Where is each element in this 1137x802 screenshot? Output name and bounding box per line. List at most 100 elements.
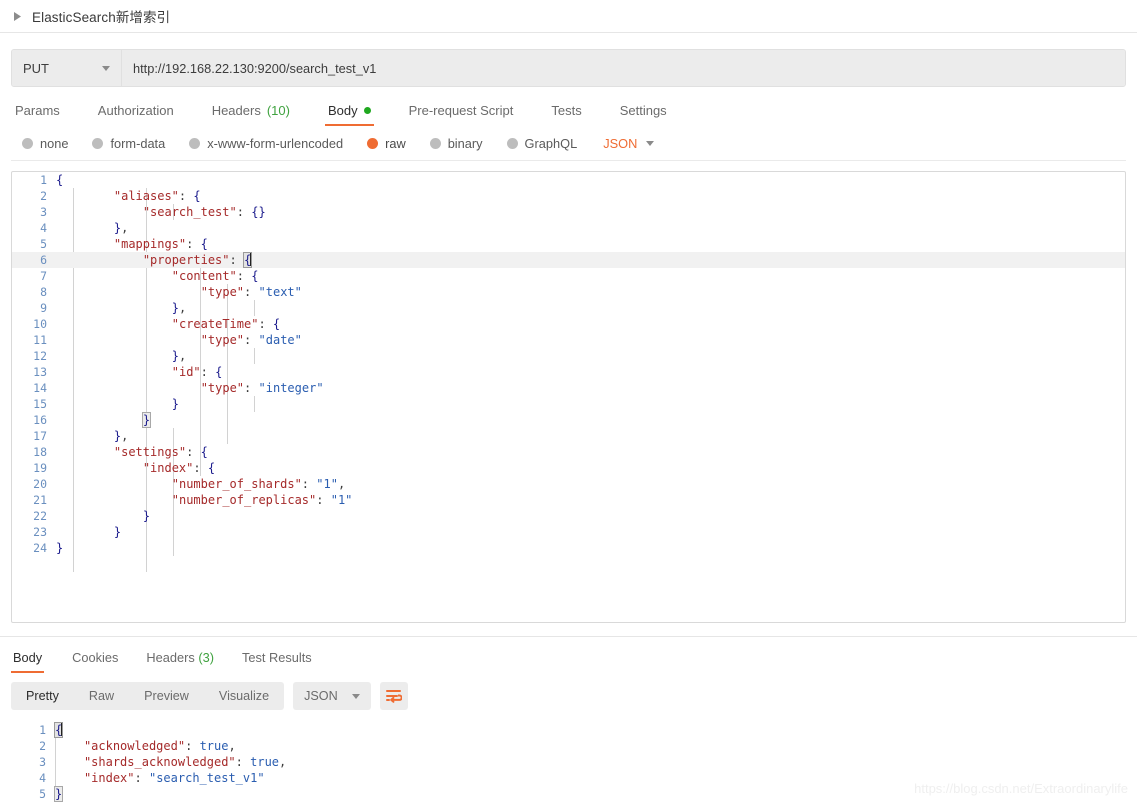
tab-settings[interactable]: Settings bbox=[601, 103, 686, 126]
line-number: 4 bbox=[39, 771, 46, 785]
tab-label: Settings bbox=[619, 103, 667, 118]
view-mode-raw[interactable]: Raw bbox=[74, 682, 129, 710]
code-line: 18 "settings": { bbox=[12, 444, 1125, 460]
line-number: 4 bbox=[40, 221, 47, 235]
line-number: 2 bbox=[40, 189, 47, 203]
response-format-value: JSON bbox=[304, 689, 338, 703]
code-line: 2 "aliases": { bbox=[12, 188, 1125, 204]
body-type-binary[interactable]: binary bbox=[429, 136, 483, 151]
view-mode-pretty[interactable]: Pretty bbox=[11, 682, 74, 710]
line-text: "number_of_shards": "1", bbox=[171, 477, 346, 491]
code-line: 2 "acknowledged": true, bbox=[11, 738, 1137, 754]
line-text: "aliases": { bbox=[113, 189, 201, 203]
line-text: "content": { bbox=[171, 269, 259, 283]
request-url-input[interactable]: http://192.168.22.130:9200/search_test_v… bbox=[122, 50, 1125, 86]
body-type-none[interactable]: none bbox=[22, 136, 68, 151]
code-line: 12 }, bbox=[12, 348, 1125, 364]
line-text: "createTime": { bbox=[171, 317, 281, 331]
line-number: 19 bbox=[33, 461, 47, 475]
radio-label: form-data bbox=[110, 135, 166, 151]
tab-label: Test Results bbox=[241, 650, 312, 665]
tab-pre-request-script[interactable]: Pre-request Script bbox=[390, 103, 533, 126]
radio-icon bbox=[22, 137, 33, 149]
radio-label: raw bbox=[385, 135, 406, 151]
line-number: 8 bbox=[40, 285, 47, 299]
radio-icon bbox=[189, 137, 201, 149]
http-method-value: PUT bbox=[23, 60, 49, 76]
line-text: }, bbox=[113, 429, 129, 443]
line-number: 17 bbox=[33, 429, 47, 443]
request-body-code: 1{2 "aliases": {3 "search_test": {} 4 }, 5… bbox=[12, 172, 1125, 556]
request-url-value: http://192.168.22.130:9200/search_test_v… bbox=[133, 60, 377, 76]
tab-label: Body bbox=[13, 650, 43, 665]
view-mode-visualize[interactable]: Visualize bbox=[204, 682, 284, 710]
line-text: { bbox=[56, 173, 64, 187]
tab-label: Headers bbox=[146, 650, 195, 665]
line-number: 13 bbox=[33, 365, 47, 379]
raw-format-select[interactable]: JSON bbox=[603, 136, 655, 151]
response-tab-cookies[interactable]: Cookies bbox=[58, 650, 132, 673]
line-text: "acknowledged": true, bbox=[83, 739, 236, 753]
line-text: "index": { bbox=[142, 461, 216, 475]
response-divider bbox=[0, 636, 1137, 637]
tab-label: Pre-request Script bbox=[408, 103, 514, 118]
line-text: { bbox=[53, 722, 64, 738]
code-line: 21 "number_of_replicas": "1" bbox=[12, 492, 1125, 508]
tab-count: (10) bbox=[266, 103, 290, 118]
code-line: 17 }, bbox=[12, 428, 1125, 444]
line-number: 14 bbox=[33, 381, 47, 395]
code-line: 3 "shards_acknowledged": true, bbox=[11, 754, 1137, 770]
tab-authorization[interactable]: Authorization bbox=[79, 103, 193, 126]
tab-label: Tests bbox=[551, 103, 582, 118]
body-type-x-www-form-urlencoded[interactable]: x-www-form-urlencoded bbox=[189, 136, 343, 151]
response-tab-body[interactable]: Body bbox=[11, 650, 58, 673]
line-number: 24 bbox=[33, 541, 47, 555]
code-line: 16 } bbox=[12, 412, 1125, 428]
response-format-select[interactable]: JSON bbox=[293, 682, 371, 710]
body-type-graphql[interactable]: GraphQL bbox=[506, 135, 578, 151]
tab-tests[interactable]: Tests bbox=[532, 103, 600, 126]
request-body-editor[interactable]: 1{2 "aliases": {3 "search_test": {} 4 }, 5… bbox=[11, 171, 1126, 623]
line-text: "type": "text" bbox=[200, 285, 302, 299]
code-line: 1{ bbox=[12, 172, 1125, 188]
code-line: 7 "content": { bbox=[12, 268, 1125, 284]
view-mode-label: Raw bbox=[88, 689, 115, 703]
line-text: }, bbox=[113, 221, 129, 235]
line-number: 11 bbox=[33, 333, 47, 347]
response-tab-test-results[interactable]: Test Results bbox=[228, 650, 326, 673]
response-tabs: Body Cookies Headers (3) Test Results bbox=[0, 643, 1137, 673]
line-text: } bbox=[113, 525, 122, 539]
line-text: } bbox=[141, 412, 152, 428]
code-line: 4 }, bbox=[12, 220, 1125, 236]
view-mode-preview[interactable]: Preview bbox=[129, 682, 204, 710]
code-line: 24} bbox=[12, 540, 1125, 556]
line-text: "properties": { bbox=[142, 252, 253, 268]
tab-headers[interactable]: Headers (10) bbox=[193, 103, 309, 126]
view-mode-label: Pretty bbox=[26, 689, 59, 703]
code-line: 20 "number_of_shards": "1", bbox=[12, 476, 1125, 492]
line-number: 10 bbox=[33, 317, 47, 331]
triangle-right-icon[interactable] bbox=[11, 9, 25, 23]
chevron-down-icon bbox=[102, 65, 110, 71]
code-line: 3 "search_test": {} bbox=[12, 204, 1125, 220]
http-method-select[interactable]: PUT bbox=[12, 50, 122, 86]
line-number: 3 bbox=[39, 755, 46, 769]
radio-label: GraphQL bbox=[524, 135, 578, 151]
code-line: 1{ bbox=[11, 722, 1137, 738]
tab-body[interactable]: Body bbox=[309, 103, 390, 126]
chevron-down-icon bbox=[351, 693, 360, 699]
breadcrumb-bar: ElasticSearch新增索引 bbox=[0, 0, 1137, 33]
line-number: 23 bbox=[33, 525, 47, 539]
line-number: 18 bbox=[33, 445, 47, 459]
line-text: } bbox=[56, 541, 64, 555]
line-number: 5 bbox=[40, 237, 47, 251]
tab-params[interactable]: Params bbox=[11, 103, 79, 126]
radio-label: x-www-form-urlencoded bbox=[207, 135, 344, 151]
line-number: 6 bbox=[40, 253, 47, 267]
view-mode-label: Preview bbox=[144, 689, 189, 703]
body-type-form-data[interactable]: form-data bbox=[92, 136, 165, 151]
word-wrap-icon[interactable] bbox=[379, 682, 408, 710]
response-tab-headers[interactable]: Headers (3) bbox=[132, 650, 228, 673]
body-type-raw[interactable]: raw bbox=[367, 136, 406, 151]
line-number: 2 bbox=[39, 739, 46, 753]
